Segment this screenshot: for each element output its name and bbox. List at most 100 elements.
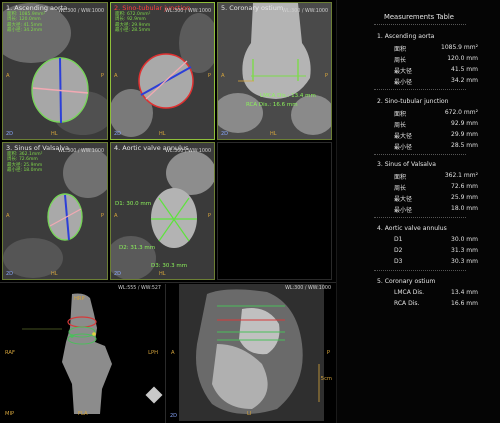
orientation-bottom: HL (159, 271, 166, 277)
viewport-sinus-of-valsalva[interactable]: 3. Sinus of Valsalva WL:300 / WW:1000 面积… (2, 142, 108, 280)
window-level-text: WL:300 / WW:1000 (58, 149, 104, 154)
row-value: 13.4 mm (451, 289, 478, 296)
row-value: 120.0 mm (447, 55, 478, 62)
orientation-right: P (100, 213, 104, 219)
orientation-left: A (6, 213, 10, 219)
measurement-overlay: 面积: 672.0mm² 周长: 92.9mm 最大径: 29.9mm 最小径:… (115, 12, 150, 34)
section-title: 5. Coronary ostium (377, 278, 436, 285)
mode-2d-label: 2D (6, 131, 14, 137)
mode-2d-label: 2D (114, 271, 122, 277)
empty-viewport (217, 142, 332, 280)
row-key: 最小径 (394, 144, 413, 151)
viewport-3d-mip[interactable]: WL:555 / WW:527 HRP RAF LPH MIP FLA (2, 284, 164, 421)
mip-label: MIP (5, 411, 15, 417)
table-divider (374, 217, 466, 218)
lmca-distance-label: LMCA Dis.: 13.4 mm (260, 93, 316, 99)
orientation-top: HRP (74, 296, 85, 302)
row-key: D2 (394, 247, 403, 254)
row-value: 672.0 mm² (444, 109, 478, 116)
orientation-left: A (114, 213, 118, 219)
window-level-text: WL:300 / WW:1000 (58, 9, 104, 14)
row-value: 92.9 mm (451, 120, 478, 127)
viewport-title: 5. Coronary ostium (221, 4, 284, 12)
section-title: 2. Sino-tubular junction (377, 98, 449, 105)
orientation-left: A (6, 73, 10, 79)
window-level-text: WL:300 / WW:1000 (282, 9, 328, 14)
row-value: 72.6 mm (451, 183, 478, 190)
table-divider (374, 24, 466, 25)
mode-2d-label: 2D (170, 413, 178, 419)
divider-vertical (165, 284, 166, 423)
orientation-bottom: LI (247, 411, 252, 417)
row-key: 面积 (394, 174, 407, 181)
window-level-text: WL:300 / WW:1000 (285, 286, 331, 291)
row-value: 362.1 mm² (444, 172, 478, 179)
row-key: 最大径 (394, 133, 413, 140)
orientation-left: A (221, 73, 225, 79)
mip-render (22, 293, 163, 414)
row-value: 1085.9 mm² (441, 44, 478, 51)
row-key: 周长 (394, 57, 407, 64)
row-key: 面积 (394, 46, 407, 53)
d2-label: D2: 31.3 mm (119, 245, 156, 251)
viewport-ascending-aorta[interactable]: 1. Ascending aorta WL:300 / WW:1000 面积: … (2, 2, 108, 140)
annulus-image (111, 143, 214, 279)
section-title: 1. Ascending aorta (377, 33, 435, 40)
overlay-line: 最小径: 18.0mm (7, 168, 43, 174)
orientation-bottom: HL (159, 131, 166, 137)
section-title: 3. Sinus of Valsalva (377, 161, 437, 168)
measurement-overlay: 面积: 1085.9mm² 周长: 120.0mm 最大径: 41.5mm 最小… (7, 12, 45, 34)
overlay-line: 最小径: 28.5mm (115, 28, 151, 34)
orientation-right: LPH (148, 350, 158, 356)
viewport-aortic-valve-annulus[interactable]: 4. Aortic valve annulus WL:300 / WW:1000… (110, 142, 215, 280)
window-level-text: WL:555 / WW:527 (118, 286, 161, 291)
viewport-coronary-ostium[interactable]: 5. Coronary ostium WL:300 / WW:1000 LMCA… (217, 2, 332, 140)
orientation-right: P (324, 73, 328, 79)
measurements-table-panel: Measurements Table 1. Ascending aorta 面积… (336, 0, 500, 423)
row-key: 最小径 (394, 79, 413, 86)
row-key: 最小径 (394, 207, 413, 214)
orientation-bottom: HL (51, 131, 58, 137)
row-key: LMCA Dis. (394, 289, 425, 296)
scale-bar-label: 5cm (320, 376, 332, 382)
row-value: 28.5 mm (451, 142, 478, 149)
row-value: 41.5 mm (451, 66, 478, 73)
row-value: 25.9 mm (451, 194, 478, 201)
orientation-left: RAF (5, 350, 15, 356)
orientation-bottom: FLA (78, 411, 88, 417)
row-key: 周长 (394, 185, 407, 192)
d1-label: D1: 30.0 mm (115, 201, 152, 207)
d3-label: D3: 30.3 mm (151, 263, 188, 269)
row-value: 34.2 mm (451, 77, 478, 84)
divider-horizontal (0, 282, 336, 283)
measurement-overlay: 面积: 362.1mm² 周长: 72.6mm 最大径: 25.9mm 最小径:… (7, 152, 42, 174)
table-divider (374, 154, 466, 155)
viewport-oblique-heart[interactable]: WL:300 / WW:1000 A P LI 2D 5cm (167, 284, 334, 421)
viewport-sino-tubular-junction[interactable]: 2. Sino-tubular junction WL:300 / WW:100… (110, 2, 215, 140)
row-value: 18.0 mm (451, 205, 478, 212)
table-divider (374, 270, 466, 271)
table-divider (374, 89, 466, 90)
rca-distance-label: RCA Dis.: 16.6 mm (246, 102, 298, 108)
row-value: 30.0 mm (451, 236, 478, 243)
row-key: D1 (394, 236, 403, 243)
orientation-left: A (171, 350, 175, 356)
orientation-bottom: HL (270, 131, 277, 137)
mode-2d-label: 2D (6, 271, 14, 277)
table-title: Measurements Table (384, 13, 454, 21)
row-key: 面积 (394, 111, 407, 118)
row-key: 最大径 (394, 196, 413, 203)
mode-2d-label: 2D (221, 131, 229, 137)
window-level-text: WL:300 / WW:1000 (165, 9, 211, 14)
heart-slice (179, 284, 324, 421)
orientation-right: P (207, 73, 211, 79)
row-key: 周长 (394, 122, 407, 129)
row-key: D3 (394, 258, 403, 265)
mode-2d-label: 2D (114, 131, 122, 137)
coronary-image (218, 3, 331, 139)
orientation-left: A (114, 73, 118, 79)
section-title: 4. Aortic valve annulus (377, 225, 447, 232)
row-value: 16.6 mm (451, 300, 478, 307)
overlay-line: 最小径: 34.2mm (7, 28, 43, 34)
orientation-bottom: HL (51, 271, 58, 277)
